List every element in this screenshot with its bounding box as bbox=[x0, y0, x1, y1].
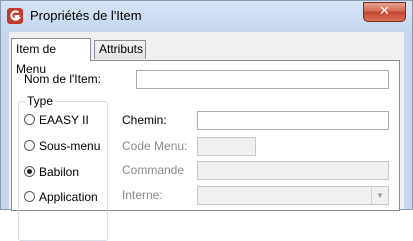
interne-label: Interne: bbox=[122, 188, 163, 202]
commande-input[interactable] bbox=[197, 161, 389, 180]
type-group-title: Type bbox=[25, 94, 56, 108]
radio-label: EAASY II bbox=[39, 113, 89, 127]
tab-attributs[interactable]: Attributs bbox=[94, 40, 146, 59]
window-title: Propriétés de l'Item bbox=[30, 8, 142, 23]
close-button[interactable]: ✕ bbox=[363, 2, 406, 22]
radio-dot-icon bbox=[27, 169, 32, 174]
chemin-label: Chemin: bbox=[122, 113, 167, 127]
code-menu-input[interactable] bbox=[197, 137, 256, 156]
radio-button-selected[interactable] bbox=[24, 166, 35, 177]
tab-item-de-menu[interactable]: Item de Menu bbox=[11, 38, 91, 76]
interne-select[interactable]: ▼ bbox=[197, 186, 389, 205]
type-groupbox: Type EAASY II Sous-menu Babilon Applicat… bbox=[18, 94, 108, 241]
radio-label: Sous-menu bbox=[39, 139, 101, 153]
dialog-window: Propriétés de l'Item ✕ Item de Menu Attr… bbox=[0, 0, 413, 241]
chemin-input[interactable] bbox=[197, 111, 389, 130]
tab-panel-item-de-menu: Nom de l'Item: Type EAASY II Sous-menu B… bbox=[11, 60, 400, 241]
app-logo-icon bbox=[7, 8, 23, 24]
radio-button[interactable] bbox=[24, 140, 35, 151]
nom-input[interactable] bbox=[136, 70, 389, 89]
radio-label: Application bbox=[39, 190, 98, 204]
close-icon: ✕ bbox=[379, 4, 390, 19]
radio-button[interactable] bbox=[24, 114, 35, 125]
chevron-down-icon[interactable]: ▼ bbox=[371, 187, 388, 204]
title-bar[interactable]: Propriétés de l'Item ✕ bbox=[1, 1, 412, 31]
radio-button[interactable] bbox=[24, 191, 35, 202]
dialog-client-area: Item de Menu Attributs Nom de l'Item: Ty… bbox=[9, 32, 404, 241]
code-menu-label: Code Menu: bbox=[122, 139, 188, 153]
radio-label: Babilon bbox=[39, 165, 80, 179]
commande-label: Commande bbox=[122, 163, 185, 177]
